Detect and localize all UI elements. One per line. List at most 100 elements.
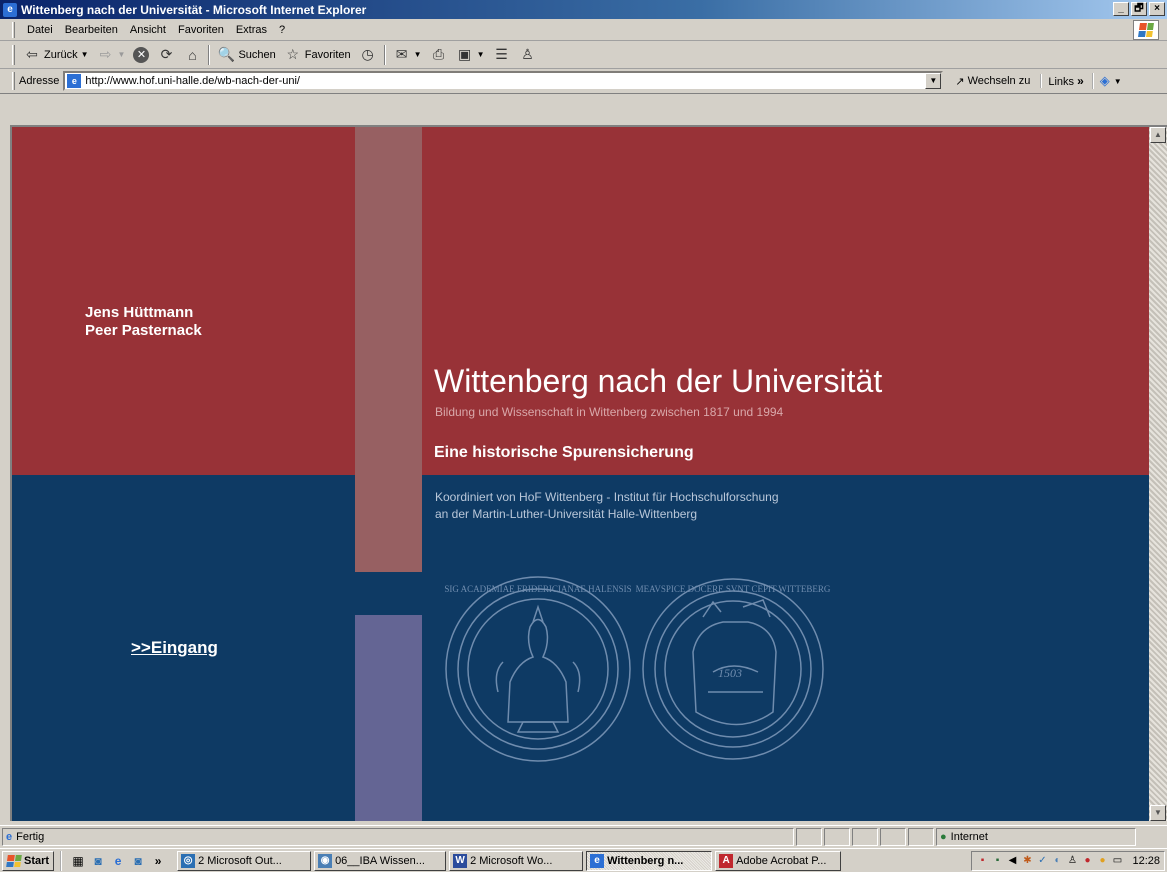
back-label: Zurück — [44, 48, 78, 61]
minimize-button[interactable]: _ — [1113, 2, 1129, 16]
address-dropdown-button[interactable]: ▼ — [925, 73, 942, 89]
task-label: 06__IBA Wissen... — [335, 854, 425, 867]
network-icon[interactable]: ▪ — [976, 855, 988, 867]
maximize-button[interactable]: 🗗 — [1131, 2, 1147, 16]
chevron-right-icon: » — [1077, 74, 1084, 88]
menu-extras[interactable]: Extras — [230, 24, 273, 36]
menu-bar: Datei Bearbeiten Ansicht Favoriten Extra… — [0, 19, 1167, 41]
refresh-icon: ⟳ — [160, 46, 173, 62]
volume-icon[interactable]: ◀ — [1006, 855, 1018, 867]
edit-button[interactable]: ▣ ▼ — [452, 43, 489, 67]
scroll-up-button[interactable]: ▲ — [1150, 127, 1166, 143]
menu-bearbeiten[interactable]: Bearbeiten — [59, 24, 124, 36]
scroll-down-button[interactable]: ▼ — [1150, 805, 1166, 821]
sync-icon[interactable]: ◐ — [1051, 855, 1063, 867]
ie-icon: e — [3, 2, 17, 17]
toolbar-separator — [383, 44, 386, 65]
alert-icon[interactable]: ● — [1081, 855, 1093, 867]
taskbar-button-word[interactable]: W 2 Microsoft Wo... — [449, 850, 584, 871]
vertical-scrollbar[interactable]: ▲ ▼ — [1149, 125, 1167, 821]
page-title: Wittenberg nach der Universität — [434, 363, 883, 399]
globe-icon: ● — [940, 831, 947, 843]
decorative-column-lower — [355, 615, 422, 821]
back-button[interactable]: ⇦ Zurück ▼ — [19, 43, 93, 67]
status-cell — [824, 828, 850, 846]
mail-icon: ✉ — [395, 46, 408, 62]
address-bar: Adresse e http://www.hof.uni-halle.de/wb… — [0, 69, 1167, 94]
refresh-button[interactable]: ⟳ — [153, 43, 179, 67]
system-tray: ▪ ▪ ◀ ✱ ✓ ◐ ♙ ● ● ▭ 12:28 — [971, 851, 1165, 871]
seal-halle — [445, 576, 631, 762]
back-arrow-icon: ⇦ — [26, 46, 38, 62]
menu-ansicht[interactable]: Ansicht — [124, 24, 172, 36]
antivirus-icon[interactable]: ✱ — [1021, 855, 1033, 867]
start-label: Start — [24, 854, 50, 867]
dropdown-arrow-icon: ▼ — [117, 50, 126, 59]
search-button[interactable]: 🔍 Suchen — [213, 43, 279, 67]
quick-launch: ▦ ◙ e ◙ » — [60, 850, 174, 871]
seal-left-text: SIG ACADEMIAE FRIDERICIANAE HALENSIS — [444, 584, 631, 594]
taskbar-button-explorer[interactable]: ◉ 06__IBA Wissen... — [314, 850, 447, 871]
zone-label: Internet — [950, 831, 988, 843]
stop-icon: ✕ — [133, 46, 150, 63]
start-button[interactable]: Start — [2, 850, 55, 871]
translate-icon: ◈ — [1099, 73, 1110, 88]
messenger-icon: ♙ — [521, 46, 534, 62]
monitor-icon[interactable]: ▪ — [991, 855, 1003, 867]
address-url[interactable]: http://www.hof.uni-halle.de/wb-nach-der-… — [85, 75, 300, 87]
page-icon: e — [67, 74, 82, 88]
security-icon[interactable]: ✓ — [1036, 855, 1048, 867]
history-button[interactable]: ◷ — [355, 43, 381, 67]
show-desktop-icon[interactable]: ▦ — [70, 853, 86, 869]
taskbar-button-acrobat[interactable]: A Adobe Acrobat P... — [715, 850, 842, 871]
ie-icon[interactable]: e — [110, 853, 126, 869]
messenger-icon[interactable]: ♙ — [1066, 855, 1078, 867]
print-button[interactable]: ⎙ — [426, 43, 452, 67]
outlook-icon[interactable]: ◙ — [90, 853, 106, 869]
stop-button[interactable]: ✕ — [129, 43, 153, 67]
favorites-button[interactable]: ☆ Favoriten — [280, 43, 355, 67]
toolbar-grip[interactable] — [12, 44, 15, 65]
windows-logo-throbber — [1133, 20, 1159, 40]
search-label: Suchen — [238, 48, 276, 61]
links-button[interactable]: Links » — [1040, 74, 1084, 88]
toolbar-grip[interactable] — [12, 21, 15, 38]
menu-datei[interactable]: Datei — [21, 24, 59, 36]
links-label: Links — [1048, 76, 1075, 88]
taskbar-button-ie[interactable]: e Wittenberg n... — [586, 850, 713, 871]
windows-flag-icon — [1138, 23, 1154, 37]
standard-toolbar: ⇦ Zurück ▼ ⇨ ▼ ✕ ⟳ ⌂ 🔍 Suchen ☆ Favorite… — [0, 41, 1167, 69]
messenger-button[interactable]: ♙ — [514, 43, 540, 67]
header-band — [12, 127, 1149, 475]
discuss-icon: ☰ — [495, 46, 508, 62]
address-input[interactable]: e http://www.hof.uni-halle.de/wb-nach-de… — [63, 71, 944, 91]
decorative-column-upper — [355, 127, 422, 572]
status-cell — [852, 828, 878, 846]
menu-favoriten[interactable]: Favoriten — [172, 24, 230, 36]
windows-flag-icon — [6, 854, 22, 867]
menu-help[interactable]: ? — [273, 24, 291, 36]
status-main: e Fertig — [2, 828, 794, 846]
discuss-button[interactable]: ☰ — [488, 43, 514, 67]
taskbar-button-outlook[interactable]: ◎ 2 Microsoft Out... — [177, 850, 312, 871]
close-button[interactable]: × — [1149, 2, 1165, 16]
window-controls: _ 🗗 × — [1113, 2, 1165, 16]
security-zone[interactable]: ● Internet — [936, 828, 1136, 846]
task-label: Adobe Acrobat P... — [736, 854, 827, 867]
home-button[interactable]: ⌂ — [179, 43, 205, 67]
mail-button[interactable]: ✉ ▼ — [389, 43, 426, 67]
warning-icon[interactable]: ● — [1096, 855, 1108, 867]
forward-button[interactable]: ⇨ ▼ — [93, 43, 130, 67]
status-text: Fertig — [16, 831, 45, 843]
more-chevron-icon[interactable]: » — [150, 853, 166, 869]
coordination-line-2: an der Martin-Luther-Universität Halle-W… — [435, 507, 698, 521]
task-label: 2 Microsoft Out... — [198, 854, 282, 867]
extension-button[interactable]: ◈ ▼ — [1091, 73, 1122, 89]
folder-search-icon: ◉ — [318, 853, 333, 868]
outlook-express-icon[interactable]: ◙ — [130, 853, 146, 869]
keyboard-icon[interactable]: ▭ — [1111, 855, 1123, 867]
enter-link[interactable]: >>Eingang — [131, 638, 218, 658]
toolbar-grip[interactable] — [12, 72, 15, 90]
clock[interactable]: 12:28 — [1132, 855, 1160, 867]
go-button[interactable]: ↗ Wechseln zu — [955, 75, 1030, 88]
